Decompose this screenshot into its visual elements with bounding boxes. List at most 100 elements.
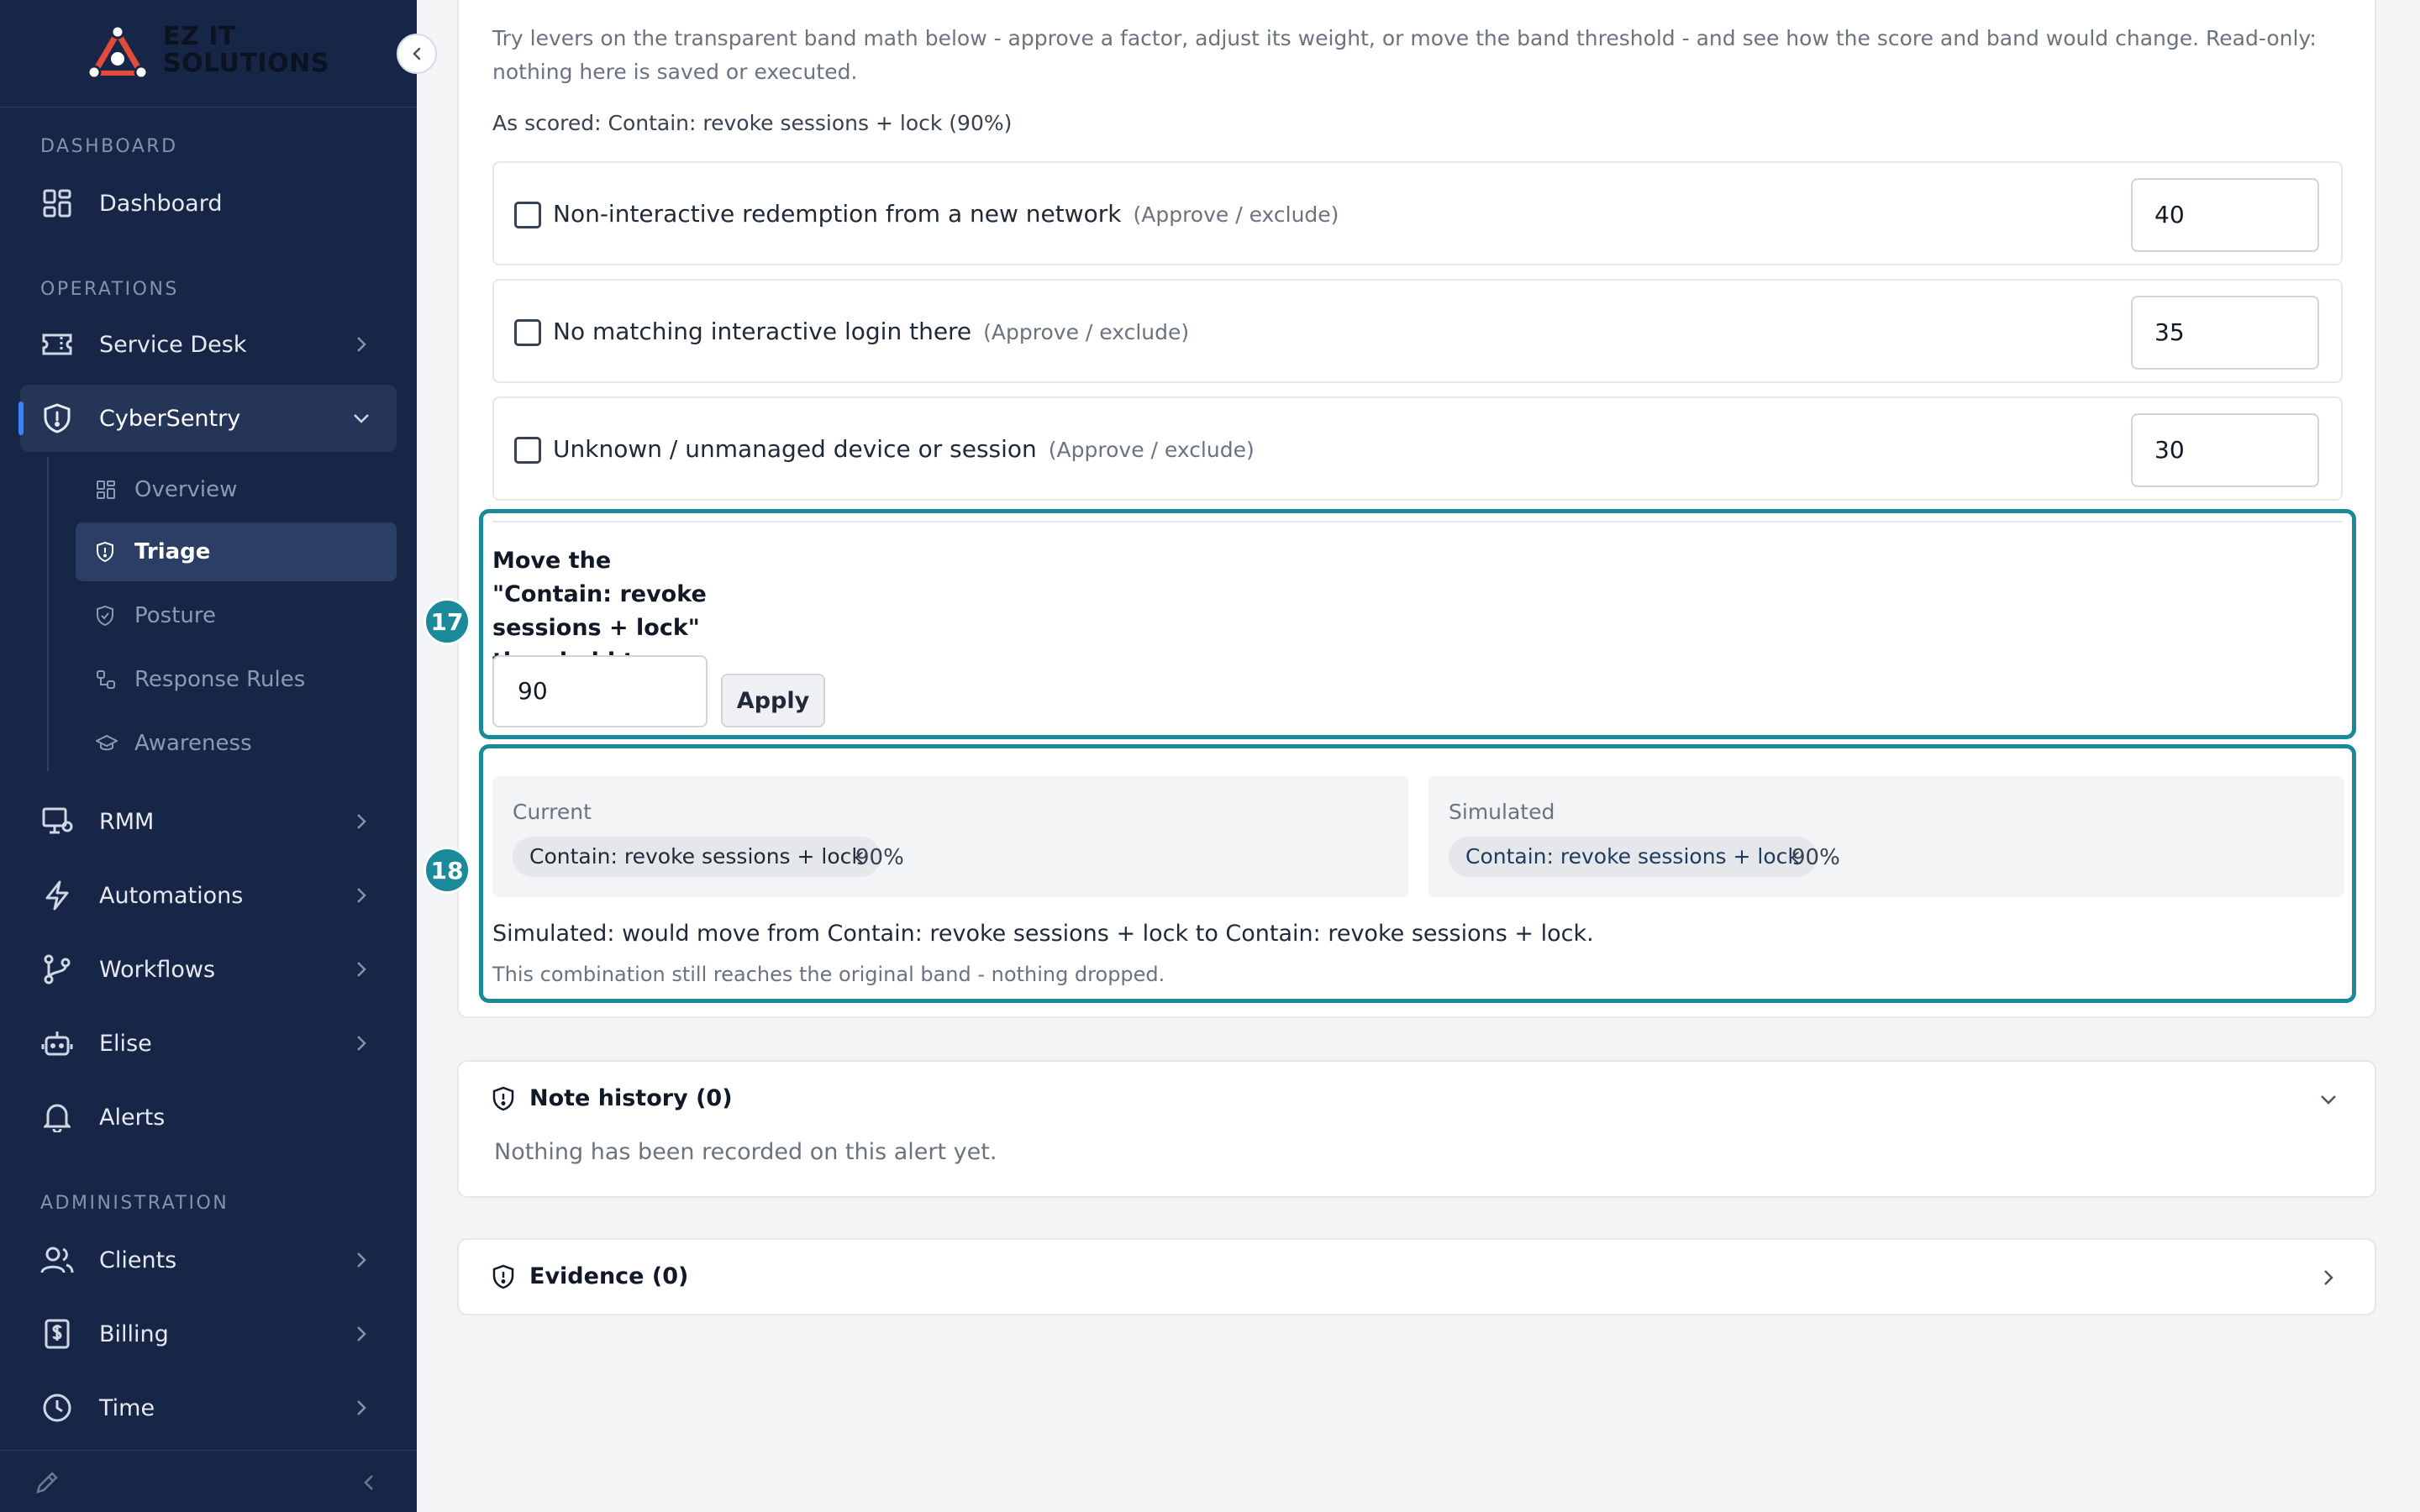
graduation-cap-icon (96, 732, 118, 754)
chevron-right-icon (357, 1036, 366, 1051)
note-history-title: Note history (0) (529, 1085, 733, 1111)
chevron-down-icon[interactable] (2316, 1087, 2341, 1112)
sidebar-item-rmm[interactable]: RMM (20, 788, 397, 855)
monitor-gear-icon (40, 805, 74, 838)
shield-alert-icon (492, 1264, 518, 1289)
sidebar-item-billing[interactable]: Billing (20, 1300, 397, 1368)
sidebar-footer (0, 1450, 417, 1512)
sidebar-subitem-label: Posture (134, 603, 216, 628)
dollar-receipt-icon (40, 1317, 74, 1351)
brand-name-line1: EZ IT (163, 22, 236, 51)
overview-grid-icon (96, 479, 118, 501)
chevron-right-icon[interactable] (2316, 1265, 2341, 1290)
sidebar-item-cybersentry[interactable]: CyberSentry (18, 385, 397, 452)
factor-row: Non-interactive redemption from a new ne… (492, 161, 2343, 265)
factor-label-text: Unknown / unmanaged device or session (553, 435, 1037, 463)
chevron-right-icon (357, 1326, 366, 1341)
sidebar: EZ IT SOLUTIONS DASHBOARD Dashboard OPER… (0, 0, 437, 1512)
bot-icon (40, 1026, 74, 1060)
sidebar-item-dashboard[interactable]: Dashboard (20, 170, 397, 237)
shield-check-icon (96, 605, 118, 627)
sidebar-subitem-triage[interactable]: Triage (76, 522, 397, 581)
factor-label: Non-interactive redemption from a new ne… (553, 200, 1339, 228)
factor-hint: (Approve / exclude) (983, 320, 1190, 344)
users-icon (40, 1243, 74, 1277)
sidebar-subitem-label: Triage (134, 539, 211, 564)
section-label-dashboard: DASHBOARD (40, 136, 178, 157)
brand-logo-icon (87, 24, 148, 79)
brand: EZ IT SOLUTIONS (0, 0, 417, 108)
sidebar-subitem-response-rules[interactable]: Response Rules (76, 650, 397, 709)
factor-approve-checkbox[interactable] (514, 319, 541, 346)
ticket-icon (40, 328, 74, 361)
threshold-input[interactable]: 90 (492, 655, 708, 727)
main-content: Try levers on the transparent band math … (417, 0, 2420, 1512)
sidebar-item-clients[interactable]: Clients (20, 1226, 397, 1294)
factor-label: Unknown / unmanaged device or session (Ap… (553, 435, 1255, 463)
sidebar-item-label: RMM (99, 808, 155, 835)
sidebar-item-label: Service Desk (99, 331, 247, 358)
sidebar-item-time[interactable]: Time (20, 1374, 397, 1441)
sidebar-item-label: Automations (99, 882, 244, 909)
pencil-icon[interactable] (34, 1469, 60, 1496)
factor-approve-checkbox[interactable] (514, 202, 541, 228)
factor-label: No matching interactive login there (Appr… (553, 318, 1189, 345)
factor-weight-input[interactable]: 35 (2131, 296, 2319, 370)
evidence-header[interactable]: Evidence (0) (492, 1263, 688, 1289)
step-marker-18: 18 (424, 847, 471, 894)
clock-icon (40, 1391, 74, 1425)
sidebar-item-label: Time (99, 1394, 155, 1421)
apply-threshold-button[interactable]: Apply (721, 674, 825, 727)
current-label: Current (513, 800, 592, 824)
lightning-icon (40, 879, 74, 912)
factor-row: No matching interactive login there (Appr… (492, 279, 2343, 383)
collapse-arrow-icon[interactable] (358, 1471, 381, 1494)
chevron-down-icon (354, 414, 369, 423)
simulated-band-box: Simulated Contain: revoke sessions + loc… (1428, 776, 2344, 897)
factor-weight-input[interactable]: 30 (2131, 413, 2319, 487)
simulation-result-text: Simulated: would move from Contain: revo… (492, 921, 1594, 947)
chevron-right-icon (357, 814, 366, 829)
section-label-operations: OPERATIONS (40, 279, 179, 300)
sidebar-item-automations[interactable]: Automations (20, 862, 397, 929)
sidebar-subitem-label: Overview (134, 477, 238, 502)
sidebar-item-alerts[interactable]: Alerts (20, 1084, 397, 1151)
chevron-right-icon (357, 962, 366, 977)
chevron-right-icon (357, 888, 366, 903)
factor-label-text: Non-interactive redemption from a new ne… (553, 200, 1122, 228)
sidebar-item-label: Dashboard (99, 190, 223, 217)
divider (492, 521, 2343, 522)
sidebar-item-label: Alerts (99, 1104, 166, 1131)
note-history-header[interactable]: Note history (0) (492, 1085, 733, 1111)
sidebar-item-elise[interactable]: Elise (20, 1010, 397, 1077)
section-label-administration: ADMINISTRATION (40, 1193, 229, 1214)
shield-icon (40, 402, 74, 435)
current-band-box: Current Contain: revoke sessions + lock … (492, 776, 1408, 897)
current-pct: 90% (855, 845, 904, 870)
as-scored-text: As scored: Contain: revoke sessions + lo… (492, 111, 1013, 135)
sidebar-subitem-posture[interactable]: Posture (76, 586, 397, 645)
factor-weight-input[interactable]: 40 (2131, 178, 2319, 252)
simulated-pct: 90% (1791, 845, 1840, 870)
sidebar-item-label: Elise (99, 1030, 152, 1057)
sidebar-subitem-overview[interactable]: Overview (76, 460, 397, 519)
sidebar-subitem-awareness[interactable]: Awareness (76, 714, 397, 773)
sidebar-item-label: Workflows (99, 956, 216, 983)
collapse-sidebar-button[interactable] (397, 34, 437, 74)
sidebar-item-workflows[interactable]: Workflows (20, 936, 397, 1003)
factor-row: Unknown / unmanaged device or session (Ap… (492, 396, 2343, 501)
simulated-band-pill: Contain: revoke sessions + lock (1449, 837, 1817, 877)
shield-alert-icon (492, 1086, 518, 1111)
dashboard-grid-icon (40, 186, 74, 220)
note-history-card[interactable]: Note history (0) Nothing has been record… (457, 1060, 2376, 1198)
sidebar-item-service-desk[interactable]: Service Desk (20, 311, 397, 378)
chevron-right-icon (357, 1252, 366, 1268)
evidence-card[interactable]: Evidence (0) (457, 1238, 2376, 1315)
sidebar-subitem-label: Response Rules (134, 667, 306, 692)
bell-icon (40, 1100, 74, 1134)
factor-approve-checkbox[interactable] (514, 437, 541, 464)
sidebar-item-label: Billing (99, 1320, 169, 1347)
sidebar-item-label: CyberSentry (99, 405, 241, 432)
factor-hint: (Approve / exclude) (1048, 438, 1255, 462)
factor-label-text: No matching interactive login there (553, 318, 972, 345)
